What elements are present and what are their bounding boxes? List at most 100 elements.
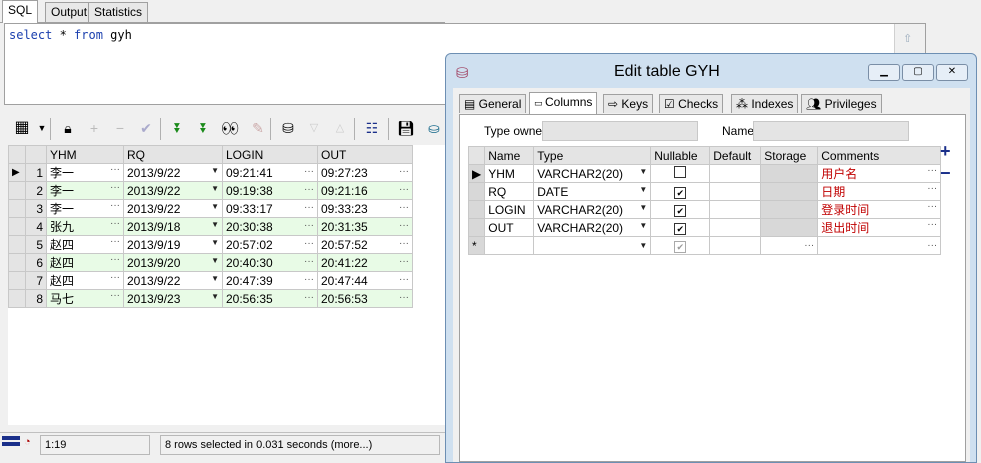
column-row[interactable]: RQ DATE ▼ ✔ 日期 ··· [467, 182, 942, 201]
cell-yhm[interactable]: 张九 ··· [46, 217, 124, 236]
cell-rq[interactable]: 2013/9/22 ▼ [123, 163, 223, 182]
tab-general[interactable]: ▤ General [459, 94, 527, 113]
dropdown-arrow-icon[interactable]: ▼ [639, 203, 647, 212]
dropdown-arrow-icon[interactable]: ▼ [639, 241, 647, 250]
ellipsis-icon[interactable]: ··· [304, 274, 314, 285]
delete-icon[interactable]: − [110, 118, 130, 138]
cell-yhm[interactable]: 赵四 ··· [46, 253, 124, 272]
column-type-cell[interactable]: VARCHAR2(20) ▼ [533, 164, 652, 183]
checkbox-unchecked-icon[interactable] [674, 166, 687, 178]
table-row[interactable]: 6 赵四 ··· 2013/9/20 ▼ 20:40:30 ··· 20:41:22 ··· [8, 253, 413, 272]
column-storage-cell[interactable] [760, 164, 819, 183]
last-icon[interactable]: ⏬︎ [194, 118, 214, 138]
table-row[interactable]: ▶ 1 李一 ··· 2013/9/22 ▼ 09:21:41 ··· 09:27:23 ··· [8, 163, 413, 182]
ellipsis-icon[interactable]: ··· [399, 220, 409, 231]
table-row[interactable]: 5 赵四 ··· 2013/9/19 ▼ 20:57:02 ··· 20:57:52 ··· [8, 235, 413, 254]
cell-out[interactable]: 20:47:44 ··· [317, 271, 413, 290]
ellipsis-icon[interactable]: ··· [110, 218, 120, 229]
cell-yhm[interactable]: 李一 ··· [46, 163, 124, 182]
column-nullable-cell[interactable]: ✔ [650, 182, 711, 201]
dropdown-arrow-icon[interactable]: ▼ [211, 256, 219, 265]
ellipsis-icon[interactable]: ··· [927, 240, 937, 251]
column-storage-cell[interactable] [760, 200, 819, 219]
dropdown-arrow-icon[interactable]: ▼ [639, 185, 647, 194]
table-row[interactable]: 8 马七 ··· 2013/9/23 ▼ 20:56:35 ··· 20:56:53 ··· [8, 289, 413, 308]
column-header-yhm[interactable]: YHM [46, 145, 124, 164]
cell-login[interactable]: 09:33:17 ··· [222, 199, 318, 218]
ellipsis-icon[interactable]: ··· [110, 290, 120, 301]
column-default-cell[interactable] [709, 200, 762, 219]
cell-out[interactable]: 09:27:23 ··· [317, 163, 413, 182]
ellipsis-icon[interactable]: ··· [399, 256, 409, 267]
cell-out[interactable]: 20:56:53 ··· [317, 289, 413, 308]
column-comment-cell[interactable]: ··· [817, 236, 942, 255]
column-type-cell[interactable]: VARCHAR2(20) ▼ [533, 200, 652, 219]
column-row[interactable]: ▶ YHM VARCHAR2(20) ▼ 用户名 ··· [467, 164, 942, 183]
lock-icon[interactable]: 🔒︎ [58, 118, 78, 138]
cell-login[interactable]: 09:21:41 ··· [222, 163, 318, 182]
cell-out[interactable]: 20:41:22 ··· [317, 253, 413, 272]
checkbox-checked-icon[interactable]: ✔ [674, 222, 687, 235]
column-type-cell[interactable]: ▼ [533, 236, 652, 255]
ellipsis-icon[interactable]: ··· [110, 182, 120, 193]
dropdown-arrow-icon[interactable]: ▼ [211, 202, 219, 211]
dropdown-arrow-icon[interactable]: ▼ [211, 274, 219, 283]
tab-statistics[interactable]: Statistics [88, 2, 149, 22]
column-name-cell[interactable]: RQ [484, 182, 535, 201]
cell-login[interactable]: 20:57:02 ··· [222, 235, 318, 254]
column-storage-cell[interactable] [760, 218, 819, 237]
checkbox-checked-icon[interactable]: ✔ [674, 186, 687, 199]
ellipsis-icon[interactable]: ··· [110, 200, 120, 211]
column-default-cell[interactable] [709, 182, 762, 201]
status-message[interactable]: 8 rows selected in 0.031 seconds (more..… [160, 435, 440, 455]
column-comment-cell[interactable]: 日期 ··· [817, 182, 942, 201]
maximize-button[interactable]: ▢ [902, 64, 934, 81]
column-nullable-cell[interactable]: ✔ [650, 236, 711, 255]
column-default-cell[interactable] [709, 218, 762, 237]
up-icon[interactable]: △ [330, 118, 350, 138]
tree-icon[interactable]: ☷ [362, 118, 382, 138]
tab-checks[interactable]: ☑ Checks [659, 94, 724, 113]
new-column-row[interactable]: * ▼ ✔ ··· ··· [467, 236, 942, 255]
remove-column-button[interactable]: − [940, 163, 951, 184]
table-row[interactable]: 2 李一 ··· 2013/9/22 ▼ 09:19:38 ··· 09:21:16 ··· [8, 181, 413, 200]
cell-rq[interactable]: 2013/9/19 ▼ [123, 235, 223, 254]
column-storage-cell[interactable] [760, 182, 819, 201]
ellipsis-icon[interactable]: ··· [399, 238, 409, 249]
cell-rq[interactable]: 2013/9/20 ▼ [123, 253, 223, 272]
add-column-button[interactable]: + [940, 141, 951, 162]
ellipsis-icon[interactable]: ··· [110, 236, 120, 247]
cell-yhm[interactable]: 李一 ··· [46, 199, 124, 218]
dropdown-arrow-icon[interactable]: ▼ [211, 292, 219, 301]
scroll-up-icon[interactable]: ⇧ [903, 32, 912, 45]
column-header-out[interactable]: OUT [317, 145, 413, 164]
column-name-cell[interactable]: LOGIN [484, 200, 535, 219]
cell-login[interactable]: 20:30:38 ··· [222, 217, 318, 236]
cell-login[interactable]: 09:19:38 ··· [222, 181, 318, 200]
checkbox-checked-icon[interactable]: ✔ [674, 204, 687, 217]
ellipsis-icon[interactable]: ··· [304, 184, 314, 195]
ellipsis-icon[interactable]: ··· [304, 220, 314, 231]
column-name-cell[interactable]: YHM [484, 164, 535, 183]
tab-output[interactable]: Output [45, 2, 94, 22]
cell-login[interactable]: 20:56:35 ··· [222, 289, 318, 308]
column-header-rq[interactable]: RQ [123, 145, 223, 164]
cell-yhm[interactable]: 马七 ··· [46, 289, 124, 308]
cell-rq[interactable]: 2013/9/22 ▼ [123, 199, 223, 218]
ellipsis-icon[interactable]: ··· [399, 202, 409, 213]
ellipsis-icon[interactable]: ··· [304, 292, 314, 303]
column-default-cell[interactable] [709, 236, 762, 255]
clear-icon[interactable]: ✎ [248, 118, 268, 138]
save-icon[interactable]: 💾︎ [396, 118, 416, 138]
name-field[interactable] [753, 121, 909, 141]
dropdown-arrow-icon[interactable]: ▼ [211, 184, 219, 193]
table-row[interactable]: 3 李一 ··· 2013/9/22 ▼ 09:33:17 ··· 09:33:23 ··· [8, 199, 413, 218]
tab-columns[interactable]: ▭ Columns [529, 92, 598, 115]
column-name-cell[interactable]: OUT [484, 218, 535, 237]
cell-yhm[interactable]: 赵四 ··· [46, 271, 124, 290]
close-button[interactable]: ✕ [936, 64, 968, 81]
column-comment-cell[interactable]: 用户名 ··· [817, 164, 942, 183]
dropdown-arrow-icon[interactable]: ▼ [639, 167, 647, 176]
next-icon[interactable]: ⏬︎ [168, 118, 188, 138]
dropdown-arrow-icon[interactable]: ▼ [211, 166, 219, 175]
